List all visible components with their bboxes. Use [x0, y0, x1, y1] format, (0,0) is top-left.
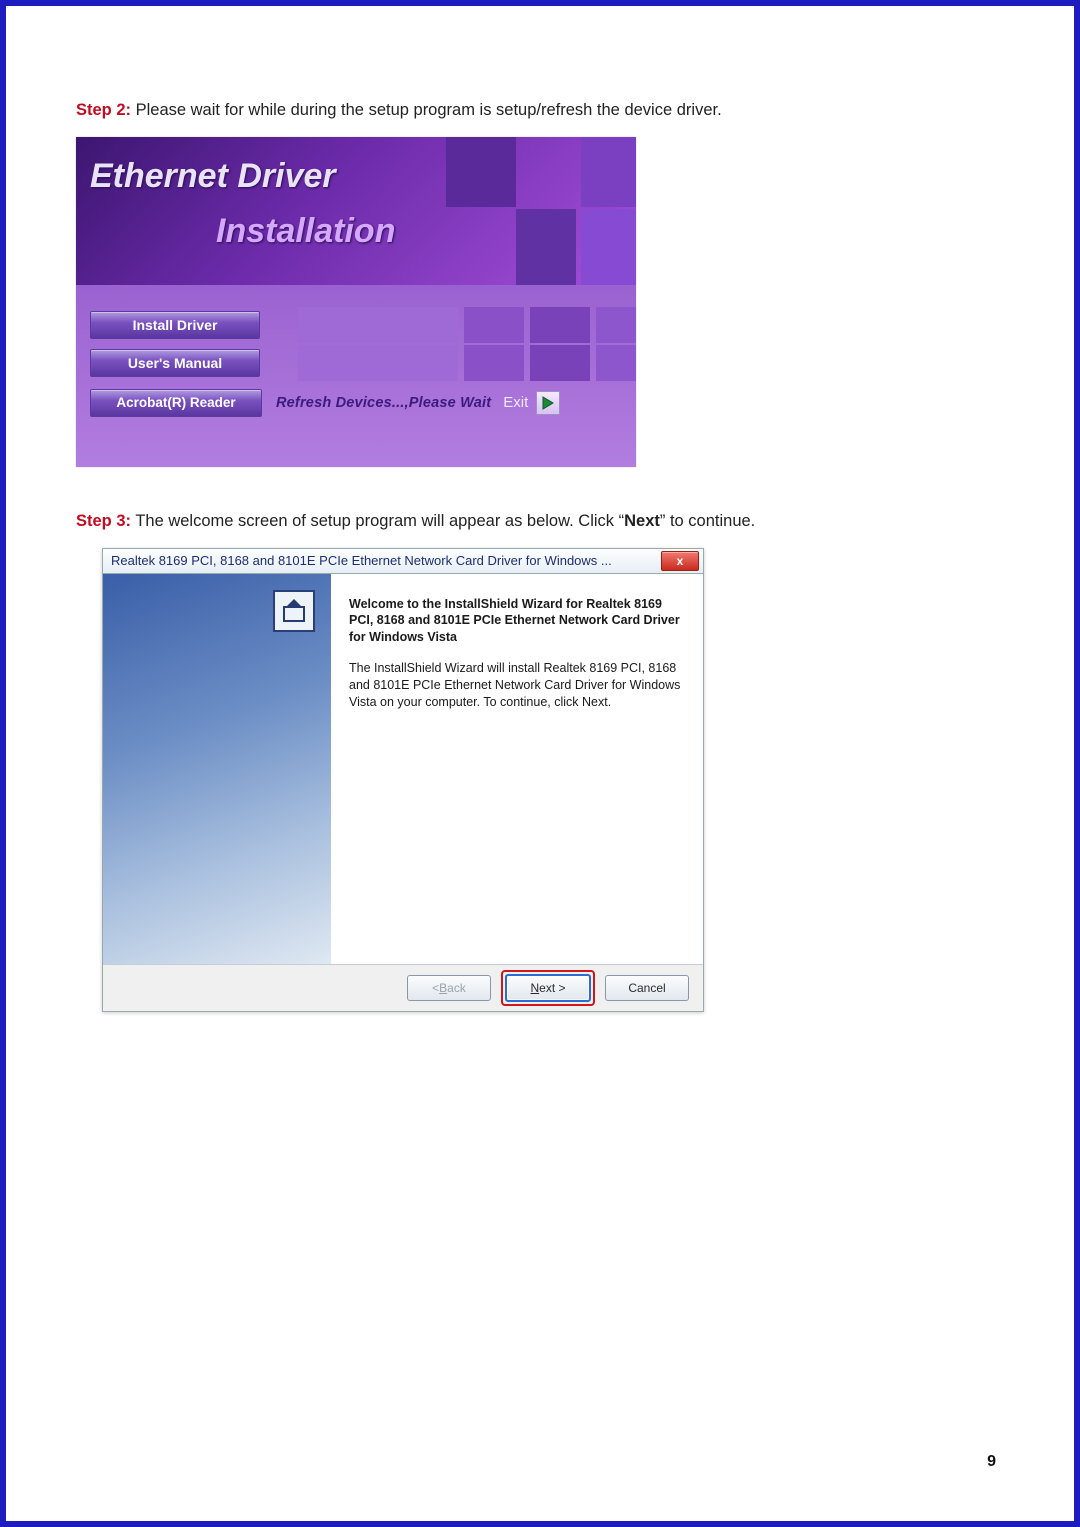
- play-icon: [542, 396, 554, 410]
- back-suffix: ack: [447, 981, 466, 995]
- page-number: 9: [987, 1453, 996, 1471]
- exit-label: Exit: [503, 394, 528, 411]
- status-area: Refresh Devices...,Please Wait Exit: [276, 385, 560, 421]
- back-prefix: <: [432, 981, 439, 995]
- dialog-body: Welcome to the InstallShield Wizard for …: [103, 574, 703, 964]
- banner-row: User's Manual: [76, 345, 636, 381]
- step3-line: Step 3: The welcome screen of setup prog…: [76, 509, 1004, 534]
- cancel-button[interactable]: Cancel: [605, 975, 689, 1001]
- step3-text-next: Next: [624, 512, 660, 530]
- back-button[interactable]: < Back: [407, 975, 491, 1001]
- dialog-main: Welcome to the InstallShield Wizard for …: [331, 574, 703, 964]
- header-tile: [581, 137, 636, 207]
- users-manual-button[interactable]: User's Manual: [90, 349, 260, 377]
- next-button-highlight: Next >: [501, 970, 595, 1006]
- dialog-heading: Welcome to the InstallShield Wizard for …: [349, 596, 687, 647]
- next-button[interactable]: Next >: [505, 974, 591, 1002]
- next-suffix: ext >: [539, 981, 565, 995]
- banner-title-line2: Installation: [216, 212, 395, 251]
- dialog-description: The InstallShield Wizard will install Re…: [349, 660, 687, 711]
- header-tile: [581, 209, 636, 285]
- step2-label: Step 2:: [76, 101, 131, 119]
- header-tile: [516, 209, 576, 285]
- installshield-dialog: Realtek 8169 PCI, 8168 and 8101E PCIe Et…: [102, 548, 704, 1012]
- header-tile: [446, 137, 516, 207]
- step2-line: Step 2: Please wait for while during the…: [76, 98, 1004, 123]
- back-underline: B: [439, 981, 447, 995]
- banner-row: Install Driver: [76, 307, 636, 343]
- dialog-titlebar[interactable]: Realtek 8169 PCI, 8168 and 8101E PCIe Et…: [103, 549, 703, 574]
- install-driver-button[interactable]: Install Driver: [90, 311, 260, 339]
- step3-label: Step 3:: [76, 512, 131, 530]
- close-icon: x: [677, 554, 684, 568]
- refresh-status-text: Refresh Devices...,Please Wait: [276, 395, 491, 411]
- box-arrow-icon: [281, 598, 307, 624]
- close-button[interactable]: x: [661, 551, 699, 571]
- exit-button[interactable]: [536, 391, 560, 415]
- dialog-title-text: Realtek 8169 PCI, 8168 and 8101E PCIe Et…: [111, 553, 661, 568]
- installshield-logo: [273, 590, 315, 632]
- dialog-footer: < Back Next > Cancel: [103, 964, 703, 1011]
- step3-text-b: ” to continue.: [660, 512, 755, 530]
- step3-text-a: The welcome screen of setup program will…: [135, 512, 624, 530]
- dialog-sidebar: [103, 574, 331, 964]
- banner-body: Install Driver User's Manual Acrobat(R) …: [76, 285, 636, 467]
- ethernet-driver-banner: Ethernet Driver Installation Install Dri…: [76, 137, 636, 467]
- step2-text: Please wait for while during the setup p…: [136, 101, 722, 119]
- next-underline: N: [530, 981, 539, 995]
- banner-title-line1: Ethernet Driver: [90, 157, 336, 196]
- banner-header: Ethernet Driver Installation: [76, 137, 636, 285]
- acrobat-reader-button[interactable]: Acrobat(R) Reader: [90, 389, 262, 417]
